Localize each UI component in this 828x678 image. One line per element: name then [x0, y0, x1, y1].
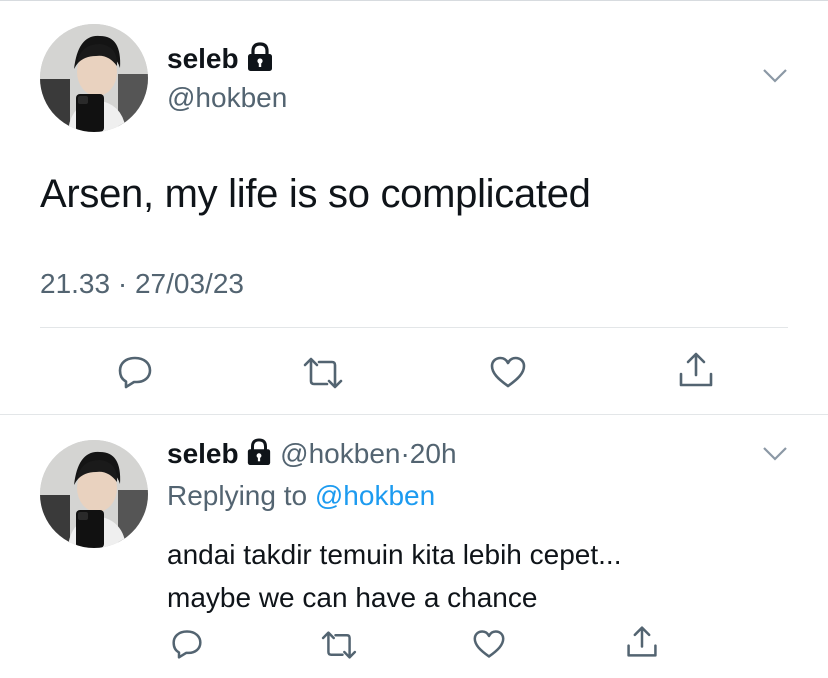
tweet-timestamp[interactable]: 21.33 · 27/03/23 — [40, 268, 244, 300]
like-icon[interactable] — [488, 354, 528, 395]
reply-age[interactable]: 20h — [410, 438, 457, 469]
reply-header: seleb @hokben·20h — [167, 438, 457, 473]
separator-dot: · — [400, 438, 410, 469]
reply-line: andai takdir temuin kita lebih cepet... — [167, 539, 622, 570]
tweet-text: Arsen, my life is so complicated — [40, 172, 591, 216]
tweet-time: 21.33 — [40, 268, 111, 299]
chevron-down-icon[interactable] — [762, 68, 788, 89]
replying-prefix: Replying to — [167, 480, 308, 511]
username[interactable]: @hokben — [167, 82, 287, 114]
share-icon[interactable] — [625, 624, 659, 665]
display-name[interactable]: seleb — [167, 42, 274, 79]
divider — [40, 327, 788, 328]
reply-avatar[interactable] — [40, 440, 148, 548]
reply-username[interactable]: @hokben — [280, 438, 400, 469]
top-border — [0, 0, 828, 1]
share-icon[interactable] — [677, 350, 715, 395]
retweet-icon[interactable] — [319, 630, 359, 665]
separator-dot: · — [117, 268, 128, 299]
replying-to-link[interactable]: @hokben — [315, 480, 435, 511]
avatar-photo — [40, 24, 148, 132]
tweet-date: 27/03/23 — [134, 268, 244, 299]
reply-text: andai takdir temuin kita lebih cepet... … — [167, 533, 621, 619]
avatar-photo — [40, 440, 148, 548]
reply-icon[interactable] — [116, 354, 154, 395]
avatar[interactable] — [40, 24, 148, 132]
chevron-down-icon[interactable] — [762, 446, 788, 467]
replying-to: Replying to @hokben — [167, 480, 435, 512]
reply-line: maybe we can have a chance — [167, 582, 538, 613]
retweet-icon[interactable] — [301, 356, 345, 395]
lock-icon — [246, 438, 272, 473]
section-divider — [0, 414, 828, 415]
lock-icon — [246, 42, 274, 79]
reply-icon[interactable] — [170, 628, 204, 665]
reply-display-name[interactable]: seleb — [167, 438, 239, 469]
like-icon[interactable] — [471, 628, 507, 665]
